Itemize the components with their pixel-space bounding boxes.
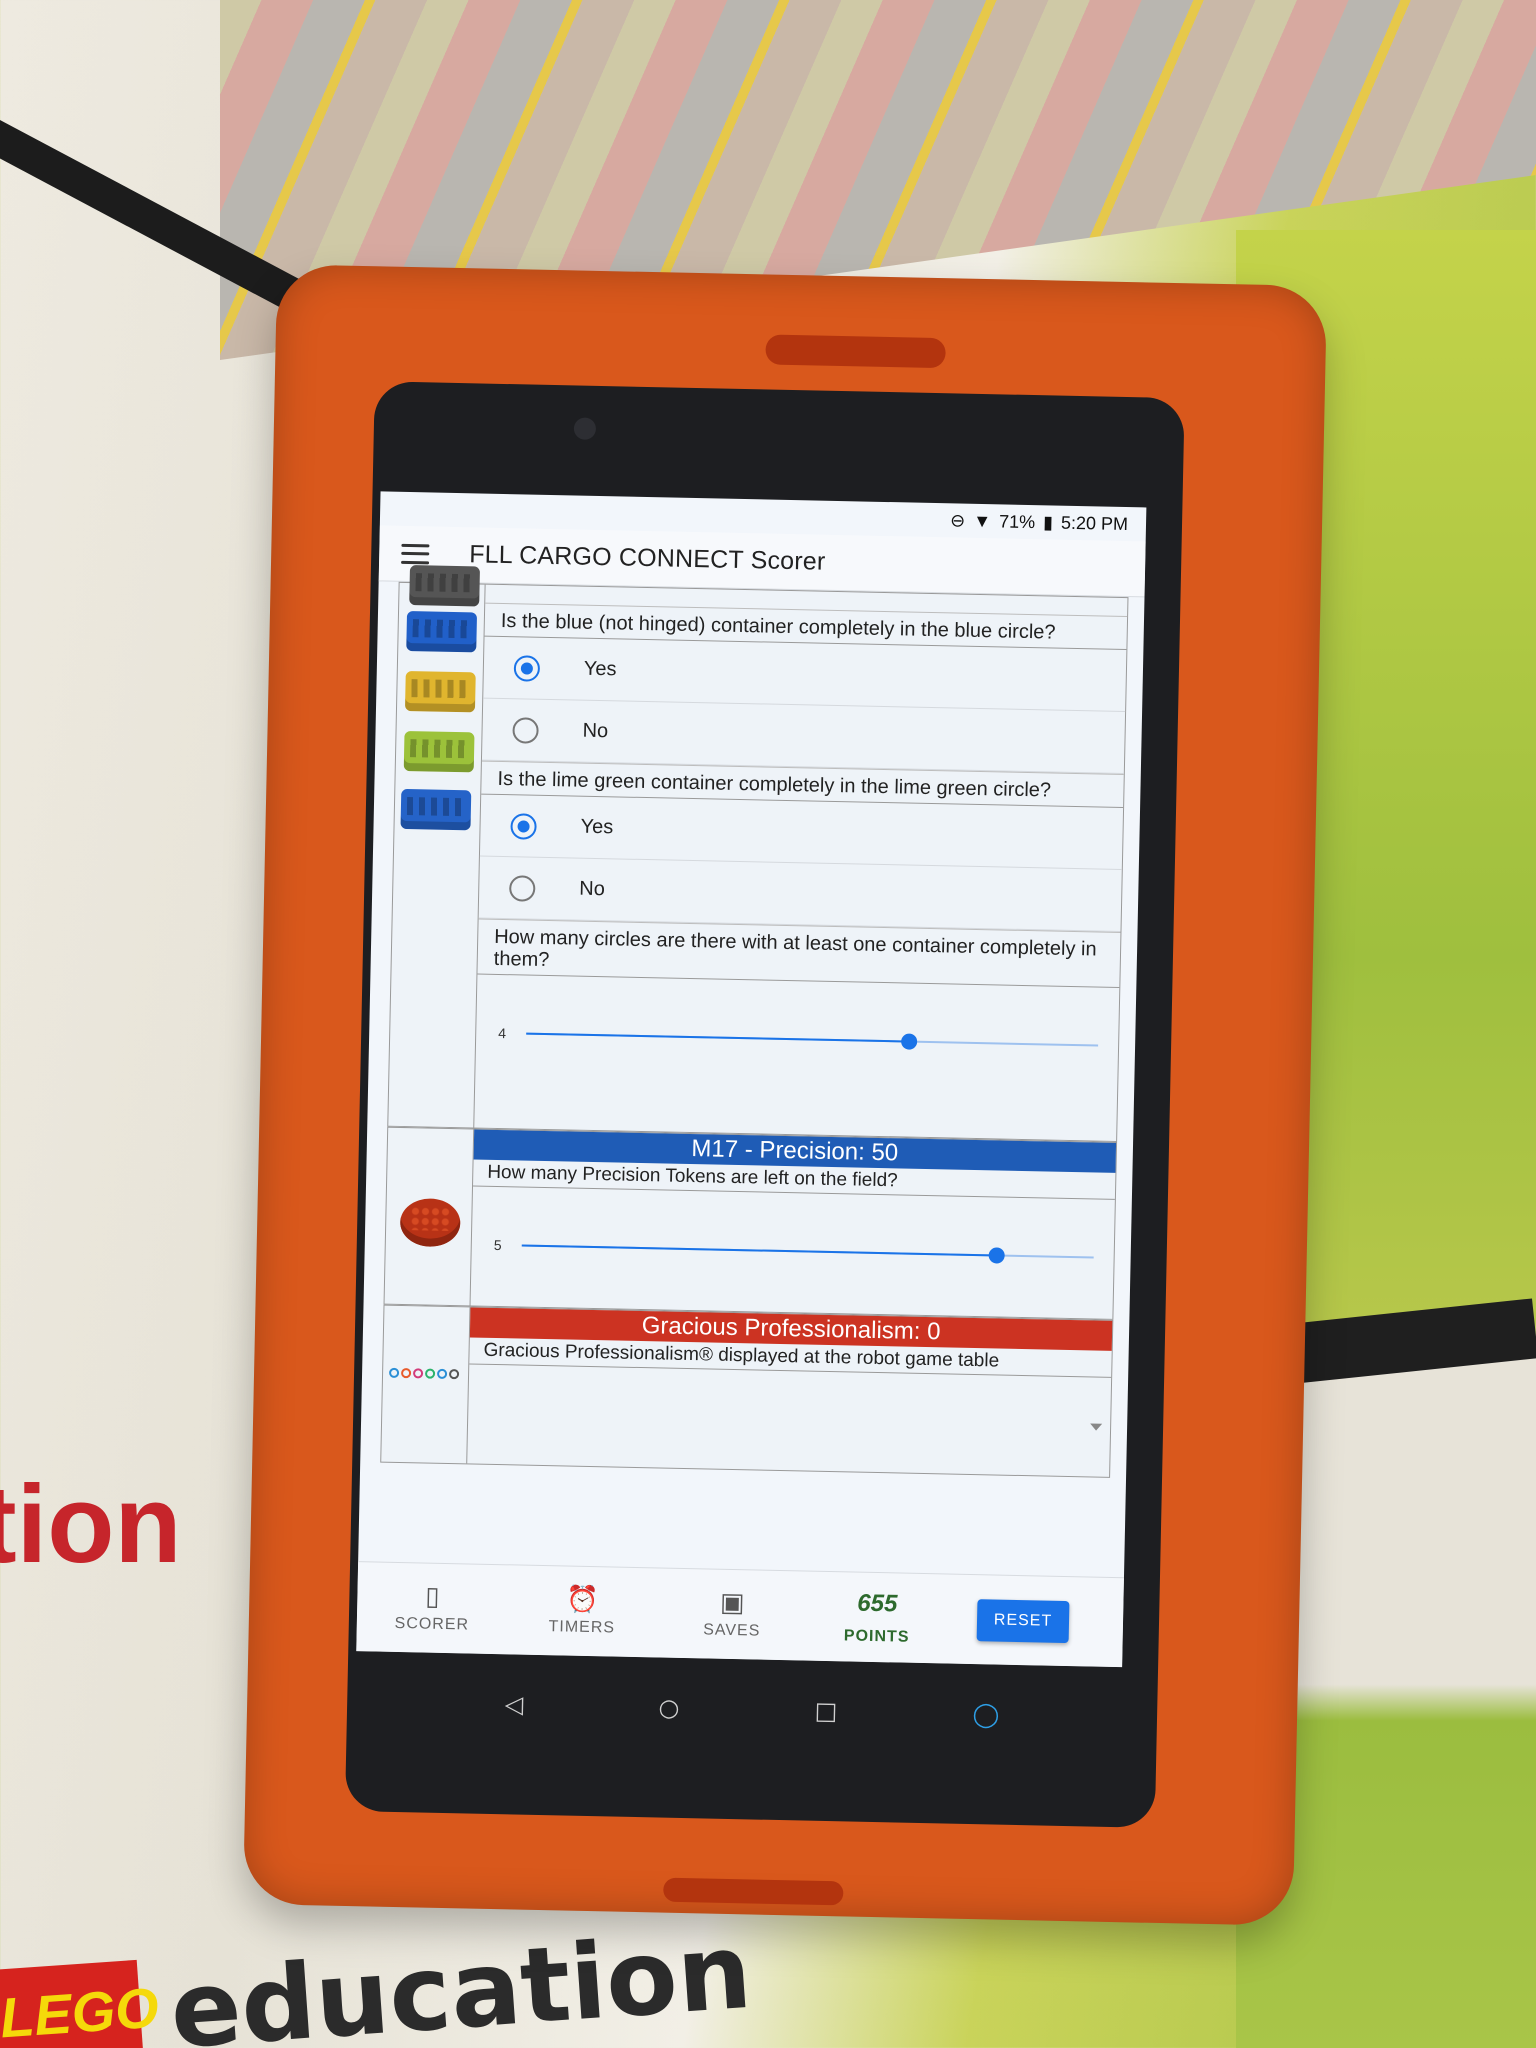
mission-16-panel: Is the blue (not hinged) container compl… xyxy=(387,565,1129,1142)
back-icon[interactable]: ◁ xyxy=(505,1690,524,1718)
gp-select[interactable] xyxy=(467,1364,1111,1473)
lego-logo-text: LEGO xyxy=(0,1975,161,2048)
yellow-container-icon xyxy=(404,670,476,713)
points-label: POINTS xyxy=(843,1626,910,1646)
nav-saves[interactable]: ▣ SAVES xyxy=(657,1587,808,1641)
radio-selected[interactable] xyxy=(513,654,541,682)
android-navigation-bar: ◁ ○ □ ◯ xyxy=(347,1671,1158,1748)
case-slot xyxy=(663,1877,844,1906)
gp-thumbnail xyxy=(381,1305,471,1464)
circles-slider[interactable]: 4 xyxy=(475,975,1119,1106)
option-label: Yes xyxy=(583,657,617,681)
gray-container-icon xyxy=(409,565,481,607)
mission-17-body: M17 - Precision: 50 How many Precision T… xyxy=(471,1129,1117,1318)
option-label: Yes xyxy=(580,815,614,839)
screen: ⊖ ▼ 71% ▮ 5:20 PM FLL CARGO CONNECT Scor… xyxy=(356,491,1147,1668)
slider-fill xyxy=(521,1244,997,1257)
radio-unselected[interactable] xyxy=(512,716,539,744)
home-icon[interactable]: ○ xyxy=(658,1693,680,1721)
radio-unselected[interactable] xyxy=(509,874,536,902)
camera-icon xyxy=(573,417,597,440)
precision-slider[interactable]: 5 xyxy=(470,1186,1114,1321)
clock: 5:20 PM xyxy=(1060,512,1129,534)
blue-container-icon xyxy=(406,610,478,653)
lime-container-icon xyxy=(403,730,475,773)
option-label: No xyxy=(582,719,609,743)
case-slot xyxy=(765,334,946,369)
education-text: education xyxy=(166,1909,756,2048)
mission-16-thumbnail xyxy=(388,565,486,1128)
nav-label: TIMERS xyxy=(548,1617,616,1637)
slider-value: 4 xyxy=(498,1024,507,1042)
points-display: 655 POINTS xyxy=(807,1588,948,1647)
battery-level: 71% xyxy=(998,510,1036,532)
alexa-icon[interactable]: ◯ xyxy=(972,1700,999,1729)
slider-thumb[interactable] xyxy=(988,1247,1005,1264)
tablet-case: ⊖ ▼ 71% ▮ 5:20 PM FLL CARGO CONNECT Scor… xyxy=(242,264,1328,1926)
points-value: 655 xyxy=(857,1589,898,1617)
dnd-icon: ⊖ xyxy=(949,509,966,531)
wifi-icon: ▼ xyxy=(973,510,992,531)
battery-icon: ▮ xyxy=(1042,511,1054,532)
radio-selected[interactable] xyxy=(510,812,537,840)
partial-banner-text: tion xyxy=(0,1463,182,1586)
slider-track[interactable] xyxy=(521,1244,1094,1264)
mission-17-panel: M17 - Precision: 50 How many Precision T… xyxy=(383,1126,1118,1320)
slider-fill xyxy=(526,1032,910,1043)
blue-hinged-container-icon xyxy=(400,788,472,831)
option-label: No xyxy=(579,877,606,901)
mission-17-thumbnail xyxy=(384,1127,475,1306)
recents-icon[interactable]: □ xyxy=(814,1697,837,1725)
nav-label: SAVES xyxy=(703,1620,761,1640)
slider-track[interactable] xyxy=(526,1032,1099,1050)
floppy-disk-icon: ▣ xyxy=(719,1587,745,1618)
nav-scorer[interactable]: ▯ SCORER xyxy=(357,1581,508,1635)
gracious-professionalism-panel: Gracious Professionalism: 0 Gracious Pro… xyxy=(380,1304,1114,1478)
reset-button[interactable]: RESET xyxy=(976,1598,1070,1643)
tablet-bezel: ⊖ ▼ 71% ▮ 5:20 PM FLL CARGO CONNECT Scor… xyxy=(344,381,1185,1828)
precision-token-icon xyxy=(399,1197,461,1248)
slider-thumb[interactable] xyxy=(901,1033,918,1050)
mission-16-body: Is the blue (not hinged) container compl… xyxy=(474,585,1128,1141)
gp-logo-icon xyxy=(388,1367,461,1390)
nav-label: SCORER xyxy=(394,1614,470,1633)
bottom-navigation: ▯ SCORER ⏰ TIMERS ▣ SAVES 655 POINTS RES… xyxy=(356,1561,1124,1668)
clipboard-icon: ▯ xyxy=(424,1581,440,1612)
app-title: FLL CARGO CONNECT Scorer xyxy=(468,540,826,576)
alarm-clock-icon: ⏰ xyxy=(565,1584,599,1615)
scorer-content[interactable]: Is the blue (not hinged) container compl… xyxy=(358,565,1144,1577)
slider-value: 5 xyxy=(493,1236,502,1254)
gp-body: Gracious Professionalism: 0 Gracious Pro… xyxy=(467,1307,1113,1476)
nav-timers[interactable]: ⏰ TIMERS xyxy=(507,1584,658,1638)
dropdown-arrow-icon[interactable] xyxy=(1090,1423,1103,1431)
hamburger-menu-icon[interactable] xyxy=(401,543,430,564)
